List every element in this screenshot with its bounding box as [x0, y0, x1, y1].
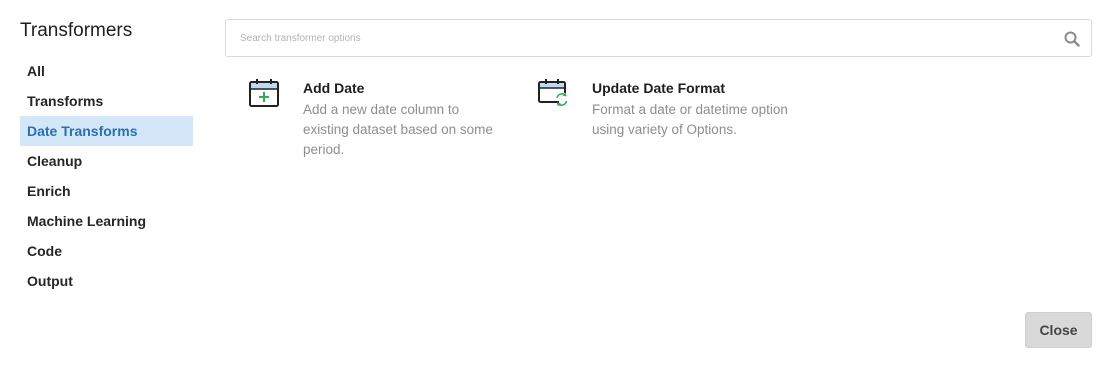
sidebar-item-all[interactable]: All [20, 56, 193, 86]
card-description: Add a new date column to existing datase… [303, 100, 493, 160]
card-title: Add Date [303, 80, 365, 96]
card-description-line: Add a new date column to [303, 102, 460, 117]
sidebar-item-code[interactable]: Code [20, 236, 193, 266]
search-input[interactable] [226, 20, 1091, 56]
search-box [225, 19, 1092, 57]
sidebar: Transformers All Transforms Date Transfo… [20, 18, 193, 296]
sidebar-item-transforms[interactable]: Transforms [20, 86, 193, 116]
calendar-add-icon [248, 78, 280, 108]
sidebar-nav: All Transforms Date Transforms Cleanup E… [20, 56, 193, 296]
sidebar-item-output[interactable]: Output [20, 266, 193, 296]
sidebar-item-date-transforms[interactable]: Date Transforms [20, 116, 193, 146]
sidebar-item-cleanup[interactable]: Cleanup [20, 146, 193, 176]
card-description-line: using variety of Options. [592, 122, 737, 137]
sidebar-title: Transformers [20, 20, 133, 41]
calendar-refresh-icon [537, 78, 569, 108]
close-button[interactable]: Close [1025, 312, 1092, 348]
card-text: Add Date Add a new date column to existi… [303, 76, 493, 160]
card-description-line: existing dataset based on some [303, 122, 493, 137]
card-title: Update Date Format [592, 80, 726, 96]
card-description-line: period. [303, 142, 345, 157]
card-description-line: Format a date or datetime option [592, 102, 788, 117]
search-icon[interactable] [1064, 31, 1080, 47]
main-panel: Add Date Add a new date column to existi… [225, 19, 1092, 157]
card-description: Format a date or datetime option using v… [592, 100, 788, 140]
sidebar-item-machine-learning[interactable]: Machine Learning [20, 206, 193, 236]
sidebar-item-enrich[interactable]: Enrich [20, 176, 193, 206]
card-text: Update Date Format Format a date or date… [592, 76, 788, 140]
